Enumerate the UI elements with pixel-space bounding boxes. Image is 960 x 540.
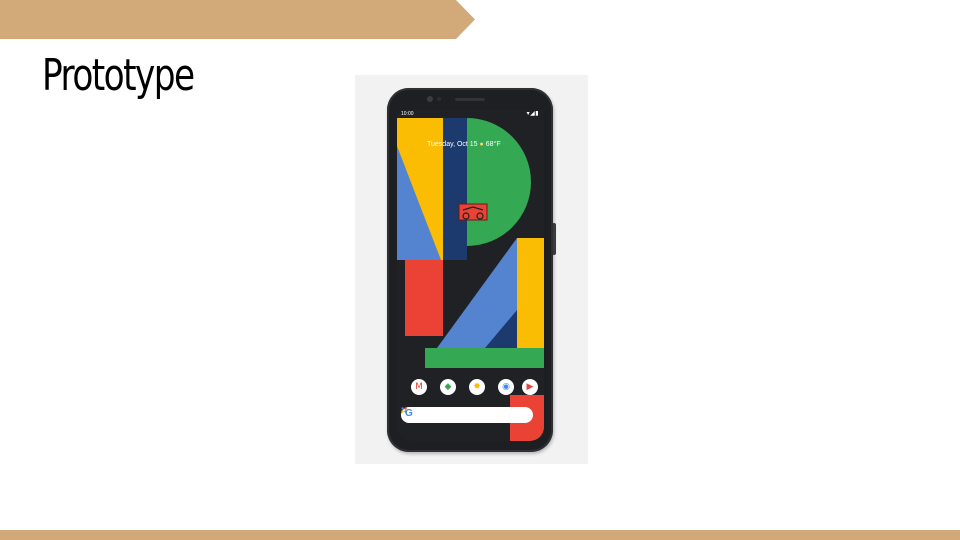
search-bar[interactable]: G	[401, 407, 533, 423]
temperature-text: 68°F	[485, 141, 501, 148]
front-camera-icon	[427, 96, 433, 102]
speaker-grille	[455, 98, 485, 101]
power-button	[553, 223, 556, 255]
chrome-icon[interactable]: ◉	[498, 379, 514, 395]
date-text: Tuesday, Oct 15	[427, 141, 478, 148]
sensor-icon	[437, 97, 441, 101]
slide-title: Prototype	[42, 50, 195, 101]
phone-image: 10:00 ▾◢▮ Tuesday, Oct 15 ● 68°F M ◆ ✸ ◉…	[355, 75, 588, 464]
status-icons: ▾◢▮	[526, 110, 539, 117]
gmail-icon[interactable]: M	[411, 379, 427, 395]
bottom-bar	[0, 530, 960, 540]
youtube-icon[interactable]: ▶	[522, 379, 538, 395]
photos-icon[interactable]: ✸	[469, 379, 485, 395]
maps-icon[interactable]: ◆	[440, 379, 456, 395]
date-weather[interactable]: Tuesday, Oct 15 ● 68°F	[427, 141, 501, 148]
app-dock: M ◆ ✸ ◉ ▶	[397, 379, 544, 395]
center-logo-icon	[458, 203, 488, 221]
phone-screen: 10:00 ▾◢▮ Tuesday, Oct 15 ● 68°F M ◆ ✸ ◉…	[397, 110, 544, 441]
phone-body: 10:00 ▾◢▮ Tuesday, Oct 15 ● 68°F M ◆ ✸ ◉…	[387, 88, 553, 452]
assistant-icon[interactable]	[401, 407, 407, 413]
status-time: 10:00	[401, 111, 414, 117]
sun-icon: ●	[479, 141, 484, 148]
top-banner	[0, 0, 475, 39]
